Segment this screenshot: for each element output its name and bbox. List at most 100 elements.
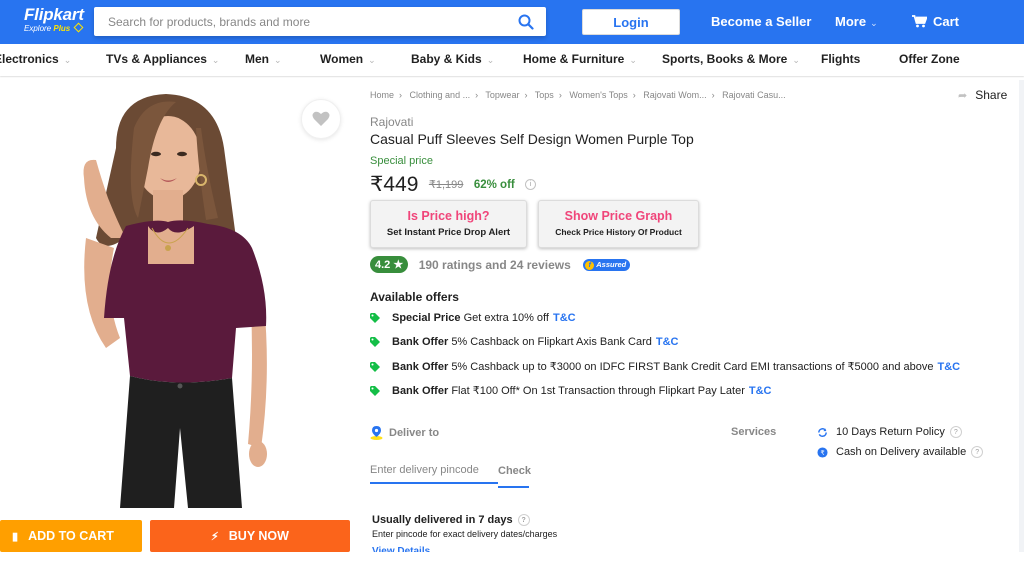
- plus-icon: [73, 22, 83, 33]
- chevron-right-icon: ›: [475, 90, 479, 100]
- offer-type: Special Price: [392, 312, 461, 324]
- star-icon: ★: [393, 259, 404, 272]
- return-icon: [818, 427, 827, 437]
- help-icon[interactable]: ?: [949, 426, 962, 439]
- category-label: Flights: [821, 52, 861, 66]
- share-button[interactable]: ➦ Share: [958, 88, 1007, 102]
- price-graph-button[interactable]: Show Price Graph Check Price History Of …: [538, 200, 699, 248]
- discount-percent: 62% off: [473, 178, 515, 191]
- scrollbar-track[interactable]: [1019, 80, 1024, 552]
- offer-item: Special Price Get extra 10% off T&C: [370, 312, 576, 324]
- chevron-down-icon: ⌄: [63, 55, 72, 65]
- rating-row: 4.2 ★ 190 ratings and 24 reviews f Assure…: [370, 256, 631, 274]
- tag-icon: [370, 337, 380, 348]
- chevron-down-icon: ⌄: [629, 55, 637, 65]
- category-tvs-appliances[interactable]: TVs & Appliances ⌄: [106, 52, 219, 66]
- chevron-down-icon: ⌄: [368, 55, 376, 65]
- offer-type: Bank Offer: [392, 336, 449, 348]
- wishlist-button[interactable]: [301, 99, 341, 139]
- cart-label: Cart: [933, 14, 960, 29]
- delivery-estimate: Usually delivered in 7 days?: [372, 514, 530, 527]
- pincode-input[interactable]: [370, 458, 498, 484]
- category-label: Women: [320, 52, 364, 66]
- original-price: ₹1,199: [428, 179, 464, 191]
- logo-plus: Plus: [53, 24, 71, 33]
- help-icon[interactable]: ?: [517, 514, 530, 527]
- breadcrumb-item[interactable]: Clothing and ...: [410, 90, 471, 100]
- help-icon[interactable]: ?: [971, 446, 984, 459]
- breadcrumb-item[interactable]: Rajovati Casu...: [722, 90, 786, 100]
- chevron-right-icon: ›: [399, 90, 403, 100]
- breadcrumb-item[interactable]: Women's Tops: [569, 90, 627, 100]
- breadcrumb: Home › Clothing and ... › Topwear › Tops › W…: [370, 90, 786, 100]
- chevron-down-icon: ⌄: [486, 55, 495, 65]
- category-label: Home & Furniture: [523, 52, 625, 66]
- category-label: Men: [245, 52, 269, 66]
- category-sports-books[interactable]: Sports, Books & More ⌄: [662, 52, 800, 66]
- more-label: More: [835, 14, 867, 29]
- flipkart-f-icon: f: [585, 260, 595, 270]
- special-price-label: Special price: [370, 155, 433, 167]
- offer-item: Bank Offer 5% Cashback on Flipkart Axis …: [370, 336, 678, 348]
- service-item-return: 10 Days Return Policy?: [817, 426, 962, 439]
- chevron-down-icon: ⌄: [870, 18, 878, 28]
- logo-explore: Explore: [24, 24, 52, 33]
- category-baby-kids[interactable]: Baby & Kids ⌄: [411, 52, 494, 66]
- category-nav: Electronics ⌄ TVs & Appliances ⌄ Men ⌄ Wome…: [0, 44, 1024, 76]
- price-alert-subtitle: Set Instant Price Drop Alert: [386, 227, 511, 238]
- login-button[interactable]: Login: [582, 9, 680, 35]
- product-page: Flipkart Explore Plus Login Become a Sel…: [0, 0, 1024, 568]
- search-input[interactable]: [108, 13, 498, 31]
- category-home-furniture[interactable]: Home & Furniture ⌄: [523, 52, 637, 66]
- check-pincode-button[interactable]: Check: [498, 462, 531, 488]
- breadcrumb-item[interactable]: Tops: [535, 90, 554, 100]
- product-image[interactable]: [56, 88, 296, 508]
- price-graph-subtitle: Check Price History Of Product: [555, 227, 682, 237]
- category-offer-zone[interactable]: Offer Zone: [899, 52, 960, 66]
- deliver-to-label: Deliver to: [370, 426, 439, 440]
- offer-tnc-link[interactable]: T&C: [937, 361, 960, 373]
- tag-icon: [370, 386, 380, 397]
- tag-icon: [370, 313, 380, 324]
- service-text: 10 Days Return Policy: [836, 426, 945, 438]
- breadcrumb-item[interactable]: Topwear: [485, 90, 519, 100]
- more-menu[interactable]: More ⌄: [835, 13, 878, 32]
- rating-value: 4.2: [375, 259, 391, 272]
- svg-text:₹: ₹: [820, 448, 824, 456]
- heart-icon: [312, 111, 330, 126]
- price-graph-title: Show Price Graph: [564, 209, 673, 223]
- buy-now-button[interactable]: ⚡︎ BUY NOW: [150, 520, 350, 552]
- offer-tnc-link[interactable]: T&C: [553, 312, 576, 324]
- flipkart-logo[interactable]: Flipkart Explore Plus: [24, 6, 88, 34]
- add-to-cart-label: ADD TO CART: [28, 529, 114, 543]
- cart-link[interactable]: Cart: [912, 13, 959, 31]
- product-title: Casual Puff Sleeves Self Design Women Pu…: [370, 131, 694, 147]
- add-to-cart-button[interactable]: ▮ ADD TO CART: [0, 520, 142, 552]
- search-icon[interactable]: [518, 14, 534, 30]
- chevron-down-icon: ⌄: [274, 55, 282, 65]
- category-flights[interactable]: Flights: [821, 52, 860, 66]
- offer-text: 5% Cashback up to ₹3000 on IDFC FIRST Ba…: [451, 361, 934, 373]
- offer-tnc-link[interactable]: T&C: [749, 385, 772, 397]
- category-label: Electronics: [0, 52, 59, 66]
- breadcrumb-item[interactable]: Rajovati Wom...: [643, 90, 706, 100]
- ratings-reviews-count[interactable]: 190 ratings and 24 reviews: [419, 258, 571, 272]
- category-electronics[interactable]: Electronics ⌄: [0, 52, 71, 66]
- offer-tnc-link[interactable]: T&C: [656, 336, 679, 348]
- view-details-link[interactable]: View Details: [372, 545, 430, 552]
- category-women[interactable]: Women ⌄: [320, 52, 376, 66]
- cart-icon: [912, 15, 927, 28]
- buy-now-label: BUY NOW: [228, 529, 289, 543]
- category-label: TVs & Appliances: [106, 52, 207, 66]
- breadcrumb-item[interactable]: Home: [370, 90, 394, 100]
- services-label: Services: [731, 426, 777, 438]
- delivery-estimate-text: Usually delivered in 7 days: [372, 514, 513, 526]
- category-men[interactable]: Men ⌄: [245, 52, 282, 66]
- rating-badge[interactable]: 4.2 ★: [370, 256, 409, 274]
- price-alert-button[interactable]: Is Price high? Set Instant Price Drop Al…: [370, 200, 527, 248]
- assured-badge: f Assured: [583, 258, 631, 271]
- location-pin-icon: [370, 426, 383, 440]
- info-icon[interactable]: i: [525, 179, 537, 190]
- deliver-to-text: Deliver to: [389, 426, 440, 439]
- become-seller-link[interactable]: Become a Seller: [711, 13, 811, 31]
